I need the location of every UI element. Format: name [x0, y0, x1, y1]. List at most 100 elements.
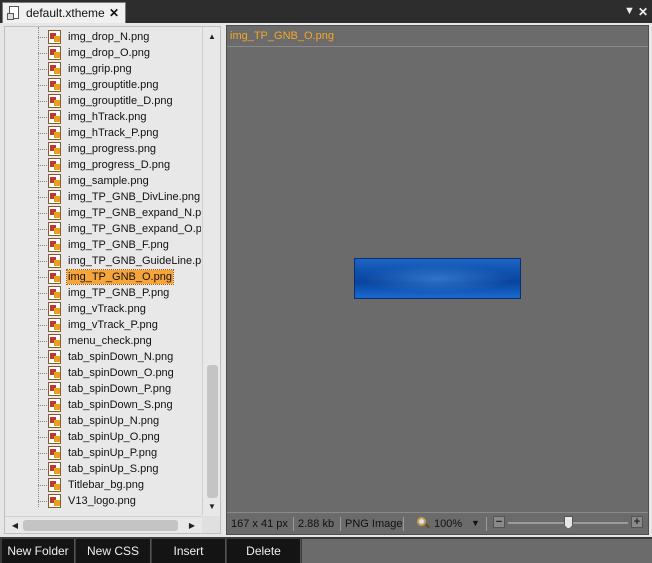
tree-branch-line [38, 53, 47, 54]
png-file-icon [48, 174, 61, 188]
tree-file-item[interactable]: img_drop_O.png [5, 45, 201, 61]
tree-file-item[interactable]: img_progress_D.png [5, 157, 201, 173]
status-separator [293, 517, 294, 531]
png-file-icon [48, 430, 61, 444]
png-file-icon [48, 414, 61, 428]
tree-file-label: tab_spinDown_O.png [68, 367, 174, 379]
png-file-icon [48, 158, 61, 172]
preview-image [354, 258, 521, 299]
preview-title: img_TP_GNB_O.png [230, 30, 334, 42]
tree-branch-line [38, 485, 47, 486]
tree-file-item[interactable]: img_hTrack.png [5, 109, 201, 125]
tree-file-item[interactable]: tab_spinDown_N.png [5, 349, 201, 365]
tree-branch-line [38, 261, 47, 262]
tree-file-item[interactable]: img_vTrack.png [5, 301, 201, 317]
tree-file-item[interactable]: img_progress.png [5, 141, 201, 157]
png-file-icon [48, 494, 61, 508]
tree-file-item[interactable]: img_grouptitle.png [5, 77, 201, 93]
png-file-icon [48, 286, 61, 300]
tree-file-label: tab_spinUp_P.png [68, 447, 158, 459]
tree-file-label: V13_logo.png [68, 495, 136, 507]
tree-file-item[interactable]: img_TP_GNB_P.png [5, 285, 201, 301]
png-file-icon [48, 222, 61, 236]
tree-file-item[interactable]: img_TP_GNB_F.png [5, 237, 201, 253]
scroll-left-icon[interactable]: ◀ [7, 517, 23, 533]
tree-file-item[interactable]: img_TP_GNB_GuideLine.png [5, 253, 201, 269]
tree-branch-line [38, 229, 47, 230]
tree-branch-line [38, 85, 47, 86]
scroll-down-icon[interactable]: ▼ [203, 499, 220, 515]
tree-file-label: tab_spinUp_N.png [68, 415, 160, 427]
tree-branch-line [38, 469, 47, 470]
tree-branch-line [38, 405, 47, 406]
tree-branch-line [38, 213, 47, 214]
window-menu-dropdown-icon[interactable]: ▼ [624, 5, 635, 17]
tree-file-item[interactable]: img_grouptitle_D.png [5, 93, 201, 109]
png-file-icon [48, 462, 61, 476]
tree-file-item[interactable]: menu_check.png [5, 333, 201, 349]
tree-branch-line [38, 101, 47, 102]
tree-file-item[interactable]: img_TP_GNB_DivLine.png [5, 189, 201, 205]
scroll-up-icon[interactable]: ▲ [203, 29, 220, 45]
new-css-button[interactable]: New CSS [76, 539, 151, 563]
tree-file-item[interactable]: img_TP_GNB_O.png [5, 269, 201, 285]
tab-close-icon[interactable]: ✕ [107, 6, 121, 20]
tree-file-label: img_TP_GNB_DivLine.png [68, 191, 201, 203]
tree-branch-line [38, 453, 47, 454]
action-bar-filler [302, 539, 652, 563]
png-file-icon [48, 238, 61, 252]
new-folder-button[interactable]: New Folder [2, 539, 75, 563]
zoom-in-button[interactable]: + [631, 516, 643, 528]
tree-file-label: img_vTrack.png [68, 303, 146, 315]
tree-branch-line [38, 181, 47, 182]
tree-file-item[interactable]: tab_spinUp_N.png [5, 413, 201, 429]
tree-branch-line [38, 117, 47, 118]
tree-file-item[interactable]: img_sample.png [5, 173, 201, 189]
png-file-icon [48, 334, 61, 348]
tree-file-item[interactable]: tab_spinUp_O.png [5, 429, 201, 445]
tree-branch-line [38, 437, 47, 438]
document-tab[interactable]: default.xtheme ✕ [2, 2, 126, 23]
tree-branch-line [38, 37, 47, 38]
tree-branch-line [38, 149, 47, 150]
zoom-slider-thumb[interactable] [564, 516, 573, 529]
tree-file-item[interactable]: tab_spinDown_S.png [5, 397, 201, 413]
zoom-level: 100% [434, 518, 463, 530]
zoom-out-button[interactable]: − [493, 516, 505, 528]
tree-file-item[interactable]: V13_logo.png [5, 493, 201, 509]
horizontal-scroll-thumb[interactable] [23, 520, 178, 531]
tree-file-item[interactable]: img_TP_GNB_expand_O.png [5, 221, 201, 237]
main-area: img_drop_N.png img_drop_O.png img_grip.png… [0, 23, 652, 537]
png-file-icon [48, 30, 61, 44]
tree-file-label: img_sample.png [68, 175, 149, 187]
tree-file-item[interactable]: tab_spinUp_S.png [5, 461, 201, 477]
tree-file-item[interactable]: img_drop_N.png [5, 29, 201, 45]
tree-file-item[interactable]: tab_spinDown_O.png [5, 365, 201, 381]
tree-file-label: img_drop_O.png [68, 47, 150, 59]
document-tab-label: default.xtheme [26, 6, 105, 20]
tree-file-item[interactable]: img_TP_GNB_expand_N.png [5, 205, 201, 221]
window-close-icon[interactable]: ✕ [638, 5, 648, 19]
vertical-scroll-thumb[interactable] [207, 365, 218, 498]
tree-file-label: img_TP_GNB_expand_O.png [68, 223, 201, 235]
png-file-icon [48, 46, 61, 60]
tree-file-label: img_grip.png [68, 63, 132, 75]
horizontal-scrollbar[interactable]: ◀ ▶ [5, 516, 202, 533]
vertical-scrollbar[interactable]: ▲ ▼ [202, 27, 220, 515]
png-file-icon [48, 270, 61, 284]
status-separator [340, 517, 341, 531]
tree-file-item[interactable]: tab_spinDown_P.png [5, 381, 201, 397]
tree-file-label: img_progress_D.png [68, 159, 171, 171]
tree-file-label: tab_spinDown_P.png [68, 383, 172, 395]
tree-file-item[interactable]: img_vTrack_P.png [5, 317, 201, 333]
delete-button[interactable]: Delete [227, 539, 301, 563]
scroll-right-icon[interactable]: ▶ [184, 517, 200, 533]
insert-button[interactable]: Insert [152, 539, 226, 563]
scroll-corner [202, 516, 220, 533]
tree-file-item[interactable]: img_grip.png [5, 61, 201, 77]
tree-file-item[interactable]: tab_spinUp_P.png [5, 445, 201, 461]
zoom-dropdown-icon[interactable]: ▼ [471, 518, 480, 528]
tree-file-item[interactable]: img_hTrack_P.png [5, 125, 201, 141]
png-file-icon [48, 478, 61, 492]
tree-file-item[interactable]: Titlebar_bg.png [5, 477, 201, 493]
